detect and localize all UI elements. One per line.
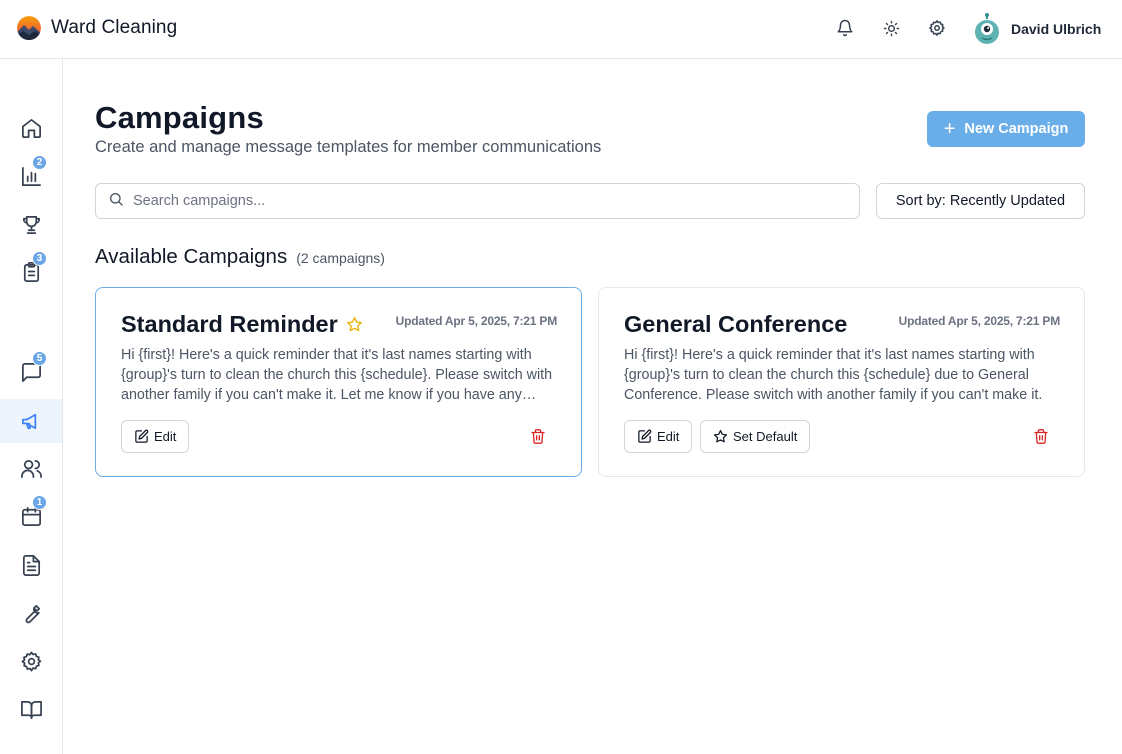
edit-button[interactable]: Edit [624, 420, 693, 453]
campaign-preview: Hi {first}! Here's a quick reminder that… [624, 347, 1043, 403]
campaign-title: General Conference [624, 311, 848, 337]
set-default-label: Set Default [733, 429, 798, 444]
top-bar: Ward Cleaning David Ulbrich [0, 0, 1122, 59]
sun-icon[interactable] [881, 18, 901, 38]
plus-icon: + [943, 118, 956, 140]
default-star-icon [346, 317, 362, 332]
edit-icon [135, 429, 149, 443]
section-header: Available Campaigns (2 campaigns) [95, 245, 385, 269]
nav-badge: 2 [32, 155, 47, 170]
campaign-count: (2 campaigns) [296, 250, 385, 266]
trash-icon[interactable] [1033, 428, 1049, 445]
page-title: Campaigns [95, 100, 264, 135]
app-title: Ward Cleaning [51, 17, 178, 38]
campaign-updated: Updated Apr 5, 2025, 7:21 PM [898, 314, 1061, 328]
app-logo-icon [17, 16, 41, 40]
star-icon [713, 429, 728, 443]
gear-icon [21, 651, 41, 671]
trash-icon[interactable] [530, 428, 546, 445]
sidebar-item-home[interactable] [0, 106, 62, 150]
sidebar-item-calendar[interactable]: 1 [0, 494, 62, 538]
sort-dropdown[interactable]: Sort by: Recently Updated [876, 183, 1085, 219]
file-text-icon [22, 554, 40, 576]
sidebar-item-documents[interactable] [0, 543, 62, 587]
sidebar-item-reports[interactable]: 2 [0, 154, 62, 198]
sidebar: 2 3 5 1 [0, 59, 63, 754]
new-campaign-label: New Campaign [964, 121, 1069, 137]
wrench-icon [25, 604, 40, 623]
search-icon [108, 191, 124, 212]
sidebar-item-tasks[interactable]: 3 [0, 250, 62, 294]
set-default-button[interactable]: Set Default [700, 420, 811, 453]
book-icon [20, 700, 42, 719]
campaign-card[interactable]: General Conference Updated Apr 5, 2025, … [598, 287, 1085, 477]
settings-icon[interactable] [927, 18, 947, 38]
sidebar-item-campaigns[interactable] [0, 399, 62, 443]
campaign-card[interactable]: Standard Reminder Updated Apr 5, 2025, 7… [95, 287, 582, 477]
megaphone-icon [21, 413, 36, 429]
campaign-title-row: General Conference [624, 311, 847, 338]
users-icon [20, 459, 42, 478]
search-input[interactable] [133, 193, 833, 209]
section-title: Available Campaigns [95, 245, 288, 268]
sidebar-item-trophy[interactable] [0, 202, 62, 246]
campaign-title-row: Standard Reminder [121, 311, 363, 338]
new-campaign-button[interactable]: + New Campaign [927, 111, 1085, 147]
sidebar-item-tools[interactable] [0, 591, 62, 635]
avatar [972, 13, 1002, 45]
nav-badge: 5 [32, 351, 47, 366]
campaign-preview: Hi {first}! Here's a quick reminder that… [121, 347, 553, 403]
edit-icon [638, 429, 652, 443]
sidebar-item-settings[interactable] [0, 639, 62, 683]
nav-badge: 1 [32, 495, 47, 510]
bell-icon[interactable] [835, 18, 855, 38]
home-icon [21, 118, 41, 138]
sidebar-item-messages[interactable]: 5 [0, 350, 62, 394]
page-subtitle: Create and manage message templates for … [95, 138, 602, 156]
edit-button[interactable]: Edit [121, 420, 190, 453]
sidebar-item-guide[interactable] [0, 687, 62, 731]
trophy-icon [22, 215, 40, 234]
search-box[interactable] [95, 183, 860, 219]
edit-label: Edit [154, 429, 177, 444]
edit-label: Edit [657, 429, 680, 444]
campaign-title: Standard Reminder [121, 311, 338, 337]
brand[interactable]: Ward Cleaning [17, 16, 177, 40]
user-menu[interactable]: David Ulbrich [972, 13, 1101, 45]
user-name: David Ulbrich [1011, 21, 1102, 37]
nav-badge: 3 [32, 251, 47, 266]
sidebar-item-members[interactable] [0, 446, 62, 490]
campaign-updated: Updated Apr 5, 2025, 7:21 PM [395, 314, 558, 328]
